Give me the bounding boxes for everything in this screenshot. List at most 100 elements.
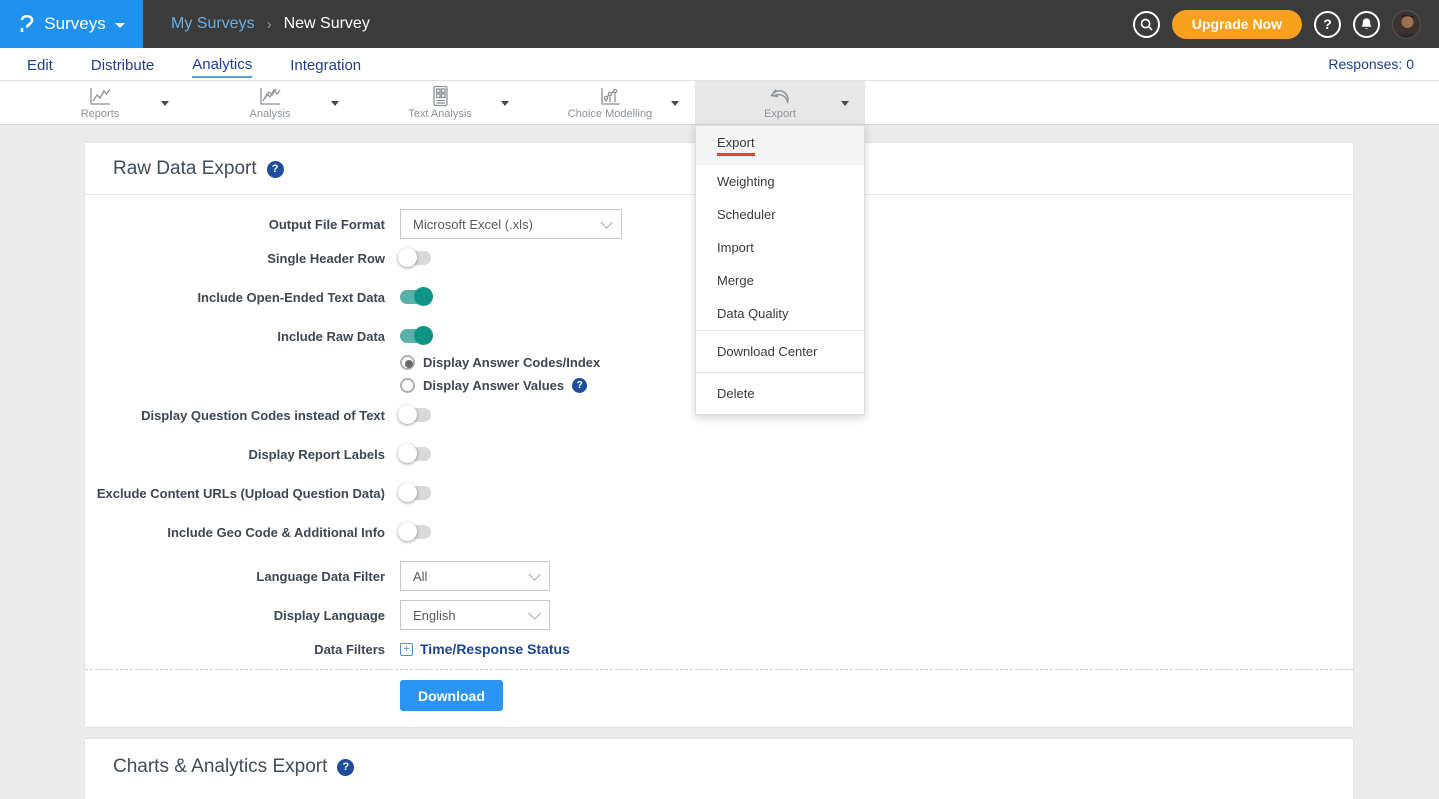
export-dropdown-caret[interactable] [841, 101, 849, 106]
help-icon[interactable]: ? [267, 161, 284, 178]
tab-distribute[interactable]: Distribute [91, 52, 154, 77]
search-icon [1140, 18, 1153, 31]
menu-item-download-center[interactable]: Download Center [696, 331, 864, 372]
display-report-labels-toggle[interactable] [400, 447, 431, 461]
tab-edit[interactable]: Edit [27, 52, 53, 77]
toggle-knob [398, 248, 417, 267]
help-icon[interactable]: ? [337, 759, 354, 776]
search-button[interactable] [1133, 11, 1160, 38]
reports-dropdown-caret[interactable] [161, 101, 169, 106]
analysis-dropdown-caret[interactable] [331, 101, 339, 106]
language-data-filter-row: Language Data Filter All [85, 561, 1353, 591]
chevron-down-icon [528, 607, 541, 620]
document-grid-icon [429, 85, 451, 107]
menu-item-data-quality[interactable]: Data Quality [696, 297, 864, 330]
exclude-content-urls-row: Exclude Content URLs (Upload Question Da… [85, 483, 1353, 503]
time-response-status-link[interactable]: + Time/Response Status [400, 641, 570, 657]
export-dropdown-menu: Export Weighting Scheduler Import Merge … [695, 125, 865, 415]
avatar[interactable] [1392, 10, 1421, 39]
answer-display-radio-group: Display Answer Codes/Index Display Answe… [400, 355, 1353, 393]
include-open-ended-label: Include Open-Ended Text Data [85, 290, 385, 305]
choice-modelling-dropdown-caret[interactable] [671, 101, 679, 106]
include-geo-code-toggle[interactable] [400, 525, 431, 539]
breadcrumb-current: New Survey [284, 15, 370, 33]
menu-item-merge[interactable]: Merge [696, 264, 864, 297]
avatar-photo [1393, 11, 1421, 39]
scatter-chart-icon [597, 85, 623, 107]
breadcrumb-my-surveys[interactable]: My Surveys [171, 15, 255, 33]
line-chart-icon [87, 85, 113, 107]
output-file-format-select[interactable]: Microsoft Excel (.xls) [400, 209, 622, 239]
analysis-chart-icon [257, 85, 283, 107]
chevron-down-icon [115, 23, 125, 28]
tab-integration[interactable]: Integration [290, 52, 361, 77]
menu-item-weighting[interactable]: Weighting [696, 165, 864, 198]
data-filters-label: Data Filters [85, 642, 385, 657]
toolbar-reports[interactable]: Reports [15, 81, 185, 124]
breadcrumb-separator: › [267, 16, 272, 33]
menu-item-delete[interactable]: Delete [696, 373, 864, 414]
menu-item-scheduler[interactable]: Scheduler [696, 198, 864, 231]
upgrade-now-button[interactable]: Upgrade Now [1172, 10, 1302, 39]
help-button[interactable]: ? [1314, 11, 1341, 38]
breadcrumb: My Surveys › New Survey [171, 15, 370, 33]
toggle-knob [398, 444, 417, 463]
exclude-content-urls-label: Exclude Content URLs (Upload Question Da… [85, 486, 385, 501]
toggle-knob [414, 287, 433, 306]
question-mark-icon: ? [1323, 16, 1332, 32]
display-question-codes-toggle[interactable] [400, 408, 431, 422]
display-answer-codes-option[interactable]: Display Answer Codes/Index [400, 355, 1353, 370]
display-report-labels-row: Display Report Labels [85, 444, 1353, 464]
app-switcher[interactable]: Surveys [0, 0, 143, 48]
tab-analytics[interactable]: Analytics [192, 51, 252, 78]
export-arrow-icon [767, 85, 793, 107]
data-filters-row: Data Filters + Time/Response Status [85, 639, 1353, 659]
responses-count: Responses: 0 [1328, 56, 1439, 72]
radio-unselected-icon [400, 378, 415, 393]
include-raw-data-toggle[interactable] [400, 329, 431, 343]
display-language-row: Display Language English [85, 600, 1353, 630]
toolbar-export[interactable]: Export [695, 81, 865, 124]
output-file-format-label: Output File Format [85, 217, 385, 232]
include-geo-code-row: Include Geo Code & Additional Info [85, 522, 1353, 542]
include-geo-code-label: Include Geo Code & Additional Info [85, 525, 385, 540]
display-language-select[interactable]: English [400, 600, 550, 630]
toggle-knob [414, 326, 433, 345]
exclude-content-urls-toggle[interactable] [400, 486, 431, 500]
toggle-knob [398, 483, 417, 502]
page-title: Raw Data Export [113, 158, 257, 180]
bell-icon [1360, 17, 1373, 31]
toggle-knob [398, 522, 417, 541]
raw-export-footer: Download [85, 669, 1353, 727]
toolbar-analysis[interactable]: Analysis [185, 81, 355, 124]
menu-item-import[interactable]: Import [696, 231, 864, 264]
toolbar-text-analysis[interactable]: Text Analysis [355, 81, 525, 124]
topbar: Surveys My Surveys › New Survey Upgrade … [0, 0, 1439, 48]
display-report-labels-label: Display Report Labels [85, 447, 385, 462]
menu-item-export[interactable]: Export [696, 126, 864, 165]
app-switcher-label: Surveys [44, 14, 105, 34]
display-answer-values-option[interactable]: Display Answer Values ? [400, 378, 1353, 393]
survey-nav: Edit Distribute Analytics Integration Re… [0, 48, 1439, 81]
display-language-label: Display Language [85, 608, 385, 623]
toolbar-choice-modelling[interactable]: Choice Modelling [525, 81, 695, 124]
topbar-actions: Upgrade Now ? [1133, 10, 1439, 39]
chevron-down-icon [528, 568, 541, 581]
help-icon[interactable]: ? [572, 378, 587, 393]
notifications-button[interactable] [1353, 11, 1380, 38]
chevron-down-icon [600, 216, 613, 229]
charts-analytics-export-card: Charts & Analytics Export ? [85, 739, 1353, 799]
language-data-filter-select[interactable]: All [400, 561, 550, 591]
screen: Surveys My Surveys › New Survey Upgrade … [0, 0, 1439, 799]
section-title: Charts & Analytics Export [113, 756, 327, 778]
text-analysis-dropdown-caret[interactable] [501, 101, 509, 106]
radio-selected-icon [400, 355, 415, 370]
include-open-ended-toggle[interactable] [400, 290, 431, 304]
questionpro-logo [18, 13, 35, 35]
charts-analytics-export-header: Charts & Analytics Export ? [85, 739, 1353, 792]
analytics-toolbar: Reports Analysis [0, 81, 1439, 125]
single-header-row-toggle[interactable] [400, 251, 431, 265]
download-button[interactable]: Download [400, 680, 503, 711]
language-data-filter-label: Language Data Filter [85, 569, 385, 584]
toggle-knob [398, 405, 417, 424]
